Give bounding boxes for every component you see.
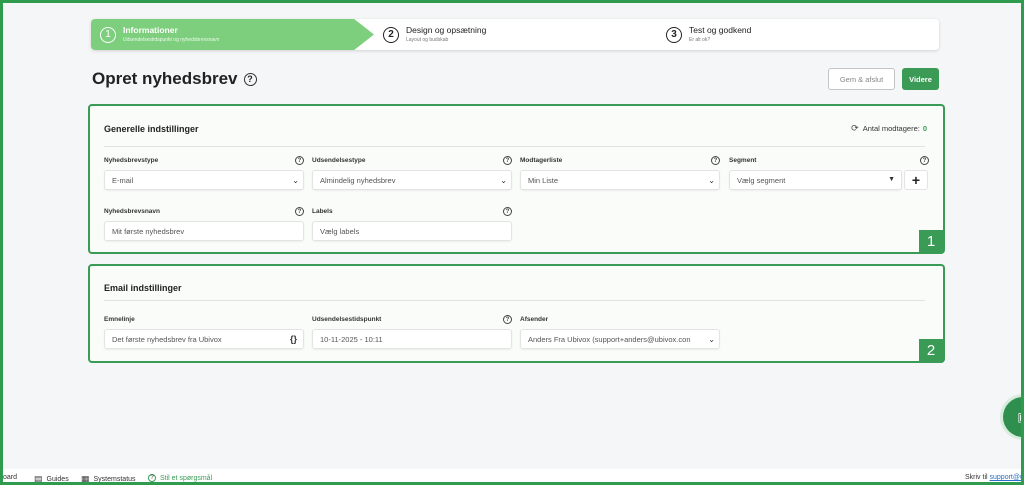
plus-icon: + — [911, 172, 921, 188]
select-value: Min Liste — [528, 175, 559, 185]
chevron-down-icon: ⌄ — [500, 176, 507, 185]
recipient-count-label: Antal modtagere: — [862, 124, 920, 133]
step-title: Design og opsætning — [406, 25, 487, 36]
chevron-down-icon: ⌄ — [292, 176, 299, 185]
select-value: E-mail — [112, 175, 134, 185]
step-design[interactable]: 2 Design og opsætning Layout og budskab — [374, 19, 657, 50]
write-to-label: Skriv til — [965, 474, 988, 481]
ask-question-link[interactable]: ? Stil et spørgsmål — [148, 474, 212, 482]
help-circle-icon[interactable]: ? — [295, 156, 304, 165]
guides-label: Guides — [46, 476, 69, 483]
help-circle-icon[interactable]: ? — [711, 156, 720, 165]
help-circle-icon[interactable]: ? — [920, 156, 929, 165]
input-value: 10-11-2025 - 10:11 — [320, 334, 383, 344]
page-title: Opret nyhedsbrev ? — [92, 69, 257, 89]
divider — [104, 300, 925, 301]
help-circle-icon[interactable]: ? — [243, 72, 257, 86]
input-value: Det første nyhedsbrev fra Ubivox — [112, 334, 222, 344]
field-label: Labels — [312, 208, 333, 215]
curly-braces-icon[interactable]: {} — [290, 334, 297, 344]
next-button[interactable]: Videre — [902, 68, 939, 90]
recipient-list-field: Modtagerliste ? Min Liste ⌄ — [520, 156, 720, 190]
newsletter-type-field: Nyhedsbrevstype ? E-mail ⌄ — [104, 156, 304, 190]
help-circle-icon[interactable]: ? — [503, 156, 512, 165]
subject-field: Emnelinje Det første nyhedsbrev fra Ubiv… — [104, 315, 304, 349]
system-status-link[interactable]: ▦ Systemstatus — [81, 474, 136, 484]
help-circle-icon[interactable]: ? — [503, 207, 512, 216]
recipient-count-value: 0 — [922, 124, 927, 133]
general-settings-card: Generelle indstillinger ⟳ Antal modtager… — [88, 104, 945, 254]
sender-field: Afsender Anders Fra Ubivox (support+ande… — [520, 315, 720, 349]
step-subtitle: Layout og budskab — [406, 36, 449, 43]
guides-link[interactable]: ▤ Guides — [34, 474, 69, 484]
app-frame: 1 Informationer Udsendelsestidspunkt og … — [0, 0, 1024, 485]
step-test[interactable]: 3 Test og godkend Er alt ok? — [657, 19, 939, 50]
help-circle-icon[interactable]: ? — [503, 315, 512, 324]
send-type-select[interactable]: Almindelig nyhedsbrev ⌄ — [312, 170, 512, 190]
card-title: Email indstillinger — [104, 283, 182, 293]
email-settings-card: Email indstillinger Emnelinje Det første… — [88, 264, 945, 363]
status-grid-icon: ▦ — [81, 474, 90, 484]
step-informationer[interactable]: 1 Informationer Udsendelsestidspunkt og … — [91, 19, 374, 50]
chat-icon[interactable]: ▣ — [1003, 397, 1021, 437]
chevron-down-icon: ⌄ — [708, 176, 715, 185]
add-segment-button[interactable]: + — [904, 170, 928, 190]
page-title-text: Opret nyhedsbrev — [92, 69, 238, 88]
ask-question-label: Stil et spørgsmål — [160, 474, 213, 482]
field-label: Modtagerliste — [520, 157, 563, 164]
input-value: Vælg labels — [320, 226, 360, 236]
dashboard-link[interactable]: oard — [3, 474, 17, 481]
divider — [104, 146, 925, 147]
labels-input[interactable]: Vælg labels — [312, 221, 512, 241]
sender-select[interactable]: Anders Fra Ubivox (support+anders@ubivox… — [520, 329, 720, 349]
step-subtitle: Er alt ok? — [689, 36, 711, 43]
step-subtitle: Udsendelsestidspunkt og nyhedsbrevsnavn — [123, 36, 220, 43]
subject-input[interactable]: Det første nyhedsbrev fra Ubivox {} — [104, 329, 304, 349]
field-label: Afsender — [520, 316, 549, 323]
save-and-exit-button[interactable]: Gem & afslut — [828, 68, 895, 90]
send-type-field: Udsendelsestype ? Almindelig nyhedsbrev … — [312, 156, 512, 190]
send-time-field: Udsendelsestidspunkt ? 10-11-2025 - 10:1… — [312, 315, 512, 349]
field-label: Nyhedsbrevsnavn — [104, 208, 160, 215]
system-status-label: Systemstatus — [93, 476, 136, 483]
help-circle-icon[interactable]: ? — [295, 207, 304, 216]
chat-bubble-icon: ▤ — [34, 474, 43, 484]
progress-stepper: 1 Informationer Udsendelsestidspunkt og … — [91, 19, 939, 50]
bottom-bar: oard ▤ Guides ▦ Systemstatus ? Stil et s… — [3, 469, 1021, 484]
segment-field: Segment ? Vælg segment ▼ + — [729, 156, 929, 190]
dashboard-label: oard — [3, 474, 18, 481]
card-title: Generelle indstillinger — [104, 124, 199, 134]
step-number: 3 — [666, 26, 682, 43]
field-label: Emnelinje — [104, 316, 135, 323]
send-time-input[interactable]: 10-11-2025 - 10:11 — [312, 329, 512, 349]
section-number-badge: 1 — [919, 230, 943, 252]
recipient-list-select[interactable]: Min Liste ⌄ — [520, 170, 720, 190]
help-circle-icon: ? — [148, 474, 156, 482]
support-contact: Skriv til support@u — [965, 474, 1021, 481]
labels-field: Labels ? Vælg labels — [312, 207, 512, 241]
step-title: Informationer — [123, 25, 178, 36]
select-value: Almindelig nyhedsbrev — [320, 175, 396, 185]
segment-select[interactable]: Vælg segment ▼ — [729, 170, 902, 190]
refresh-icon[interactable]: ⟳ — [851, 123, 859, 134]
select-value: Vælg segment — [737, 175, 786, 185]
step-title: Test og godkend — [689, 25, 752, 36]
support-email-link[interactable]: support@u — [990, 474, 1021, 481]
newsletter-name-input[interactable]: Mit første nyhedsbrev — [104, 221, 304, 241]
step-number: 1 — [100, 26, 116, 43]
field-label: Nyhedsbrevstype — [104, 157, 159, 164]
newsletter-type-select[interactable]: E-mail ⌄ — [104, 170, 304, 190]
chevron-down-icon: ⌄ — [708, 335, 715, 344]
field-label: Udsendelsestype — [312, 157, 366, 164]
select-value: Anders Fra Ubivox (support+anders@ubivox… — [528, 334, 691, 344]
recipient-count[interactable]: ⟳ Antal modtagere: 0 — [851, 123, 927, 134]
step-number: 2 — [383, 26, 399, 43]
newsletter-name-field: Nyhedsbrevsnavn ? Mit første nyhedsbrev — [104, 207, 304, 241]
field-label: Segment — [729, 157, 757, 164]
section-number-badge: 2 — [919, 339, 943, 361]
field-label: Udsendelsestidspunkt — [312, 316, 382, 323]
input-value: Mit første nyhedsbrev — [112, 226, 185, 236]
caret-down-icon: ▼ — [888, 176, 895, 183]
